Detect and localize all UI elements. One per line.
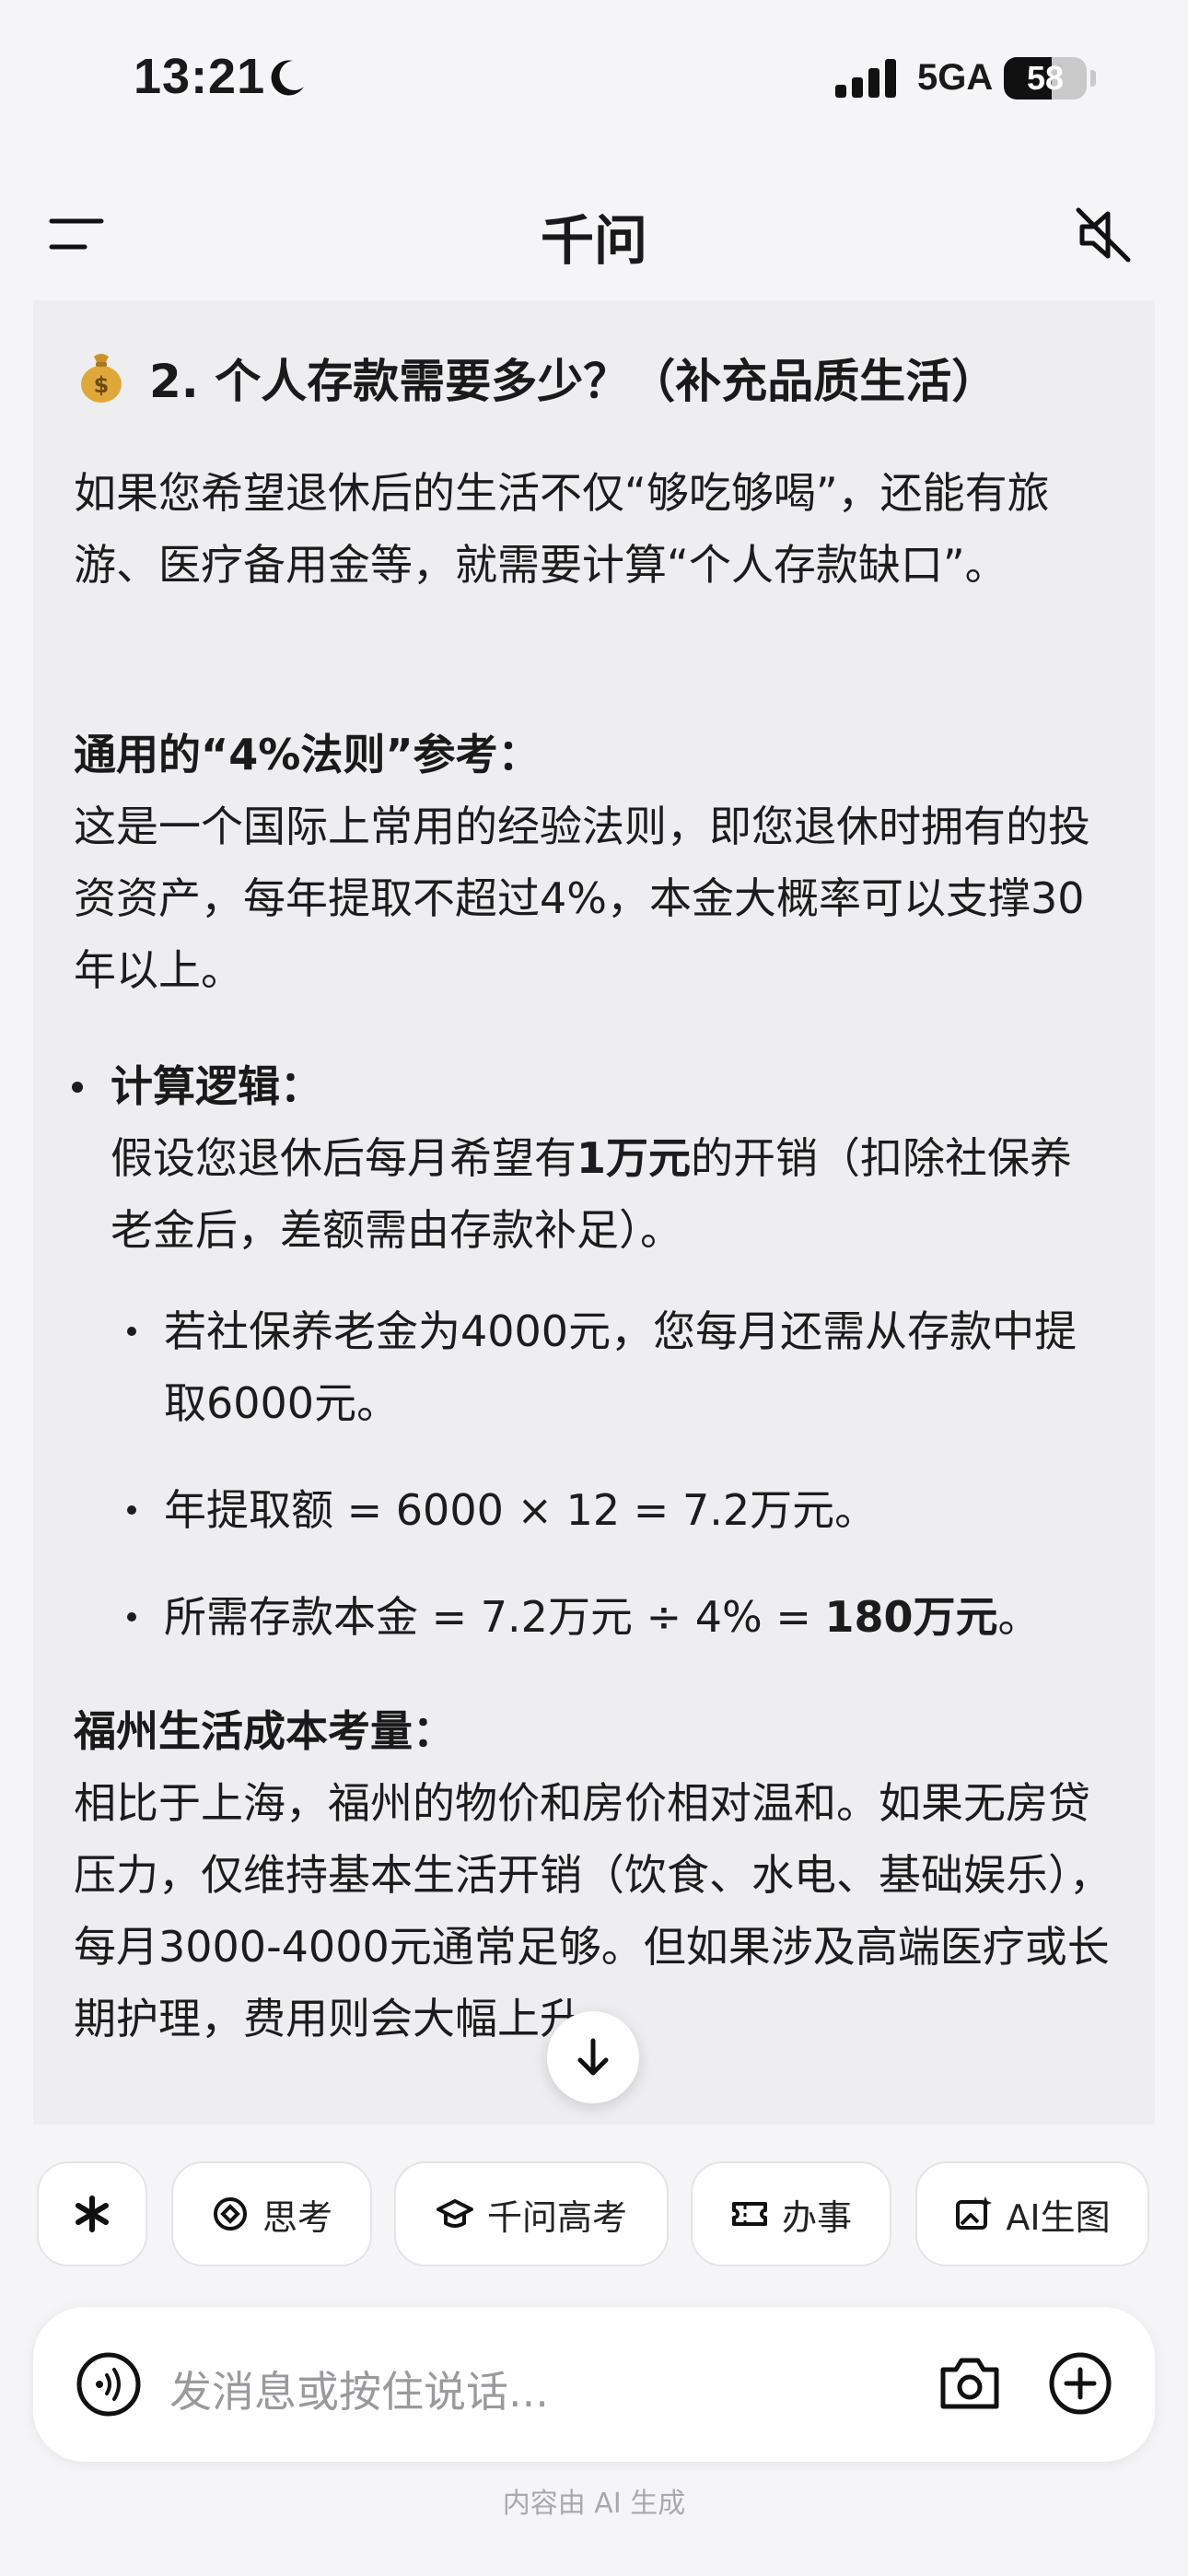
status-time: 13:21 [134, 49, 266, 104]
image-spark-icon [956, 2196, 993, 2230]
sub-item-3-pre: 所需存款本金 = 7.2万元 ÷ 4% = [164, 1592, 825, 1642]
money-bag-icon: $ [81, 354, 122, 403]
app-title: 千问 [540, 209, 647, 272]
battery-icon: 58 [1004, 57, 1087, 100]
arrow-down-icon [577, 2038, 609, 2076]
asterisk-icon [76, 2195, 109, 2232]
calc-text-bold: 1万元 [577, 1133, 692, 1183]
ai-generated-note: 内容由 AI 生成 [502, 2488, 686, 2520]
sub-item-2: 年提取额 = 6000 × 12 = 7.2万元。 [164, 1485, 878, 1535]
rule-heading: 通用的“4%法则”参考： [74, 730, 541, 779]
ticket-icon [731, 2202, 767, 2226]
chip-ai-image-label: AI生图 [1006, 2196, 1111, 2238]
scroll-down-button[interactable] [547, 2011, 639, 2103]
think-icon [213, 2197, 247, 2231]
moon-icon [271, 60, 304, 96]
calc-heading: 计算逻辑： [111, 1061, 322, 1111]
intro-paragraph: 如果您希望退休后的生活不仅“够吃够喝”，还能有旅游、医疗备用金等，就需要计算“个… [74, 468, 1050, 590]
bullet-dot [72, 1082, 83, 1093]
message-input[interactable]: 发消息或按住说话... [169, 2359, 549, 2419]
chip-ai-image[interactable]: AI生图 [915, 2161, 1149, 2266]
network-label: 5GA [917, 57, 994, 98]
voice-icon[interactable] [76, 2351, 142, 2418]
svg-text:$: $ [94, 372, 110, 398]
section-title: $ 2. 个人存款需要多少？（补充品质生活） [74, 345, 997, 411]
chip-asterisk[interactable] [37, 2161, 147, 2266]
sub-item-3: 所需存款本金 = 7.2万元 ÷ 4% = 180万元。 [164, 1581, 1122, 1653]
battery-percent: 58 [1026, 59, 1065, 97]
chip-errand[interactable]: 办事 [691, 2161, 891, 2266]
camera-icon[interactable] [938, 2353, 1002, 2414]
mute-icon[interactable] [1073, 205, 1134, 265]
graduation-cap-icon [436, 2199, 473, 2228]
chip-gaokao-label: 千问高考 [486, 2196, 627, 2238]
sub-item-1: 若社保养老金为4000元，您每月还需从存款中提取6000元。 [164, 1306, 1077, 1428]
section-title-text: 2. 个人存款需要多少？（补充品质生活） [149, 355, 998, 408]
chip-gaokao[interactable]: 千问高考 [394, 2161, 669, 2266]
calc-text-pre: 假设您退休后每月希望有 [111, 1133, 577, 1183]
signal-icon [835, 59, 896, 98]
status-bar: 13:21 5GA 58 [0, 0, 1188, 157]
chip-think-label: 思考 [262, 2196, 332, 2238]
sub-item-3-bold: 180万元 [824, 1592, 998, 1642]
rule-paragraph: 这是一个国际上常用的经验法则，即您退休时拥有的投资资产，每年提取不超过4%，本金… [74, 802, 1090, 995]
sub-bullet-dot [127, 1327, 136, 1336]
sub-bullet-dot [127, 1612, 136, 1622]
chip-think[interactable]: 思考 [171, 2161, 372, 2266]
plus-icon[interactable] [1048, 2351, 1112, 2416]
sub-bullet-dot [127, 1505, 136, 1515]
fuzhou-heading: 福州生活成本考量： [74, 1706, 455, 1756]
calc-paragraph: 假设您退休后每月希望有1万元的开销（扣除社保养老金后，差额需由存款补足）。 [111, 1122, 1087, 1266]
chip-errand-label: 办事 [781, 2196, 852, 2238]
sub-item-3-post: 。 [997, 1592, 1041, 1642]
battery-tip [1090, 70, 1096, 87]
